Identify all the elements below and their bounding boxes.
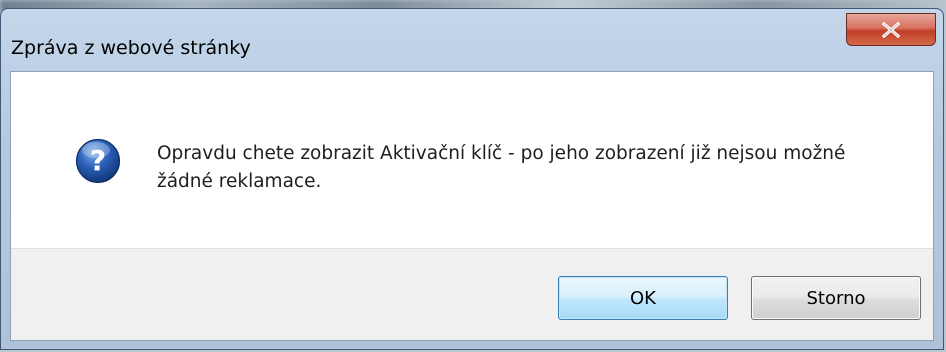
message-text: Opravdu chete zobrazit Aktivační klíč - …: [157, 143, 846, 192]
cancel-button[interactable]: Storno: [751, 276, 921, 320]
svg-text:?: ?: [90, 144, 106, 177]
window-title: Zpráva z webové stránky: [11, 37, 251, 59]
message-dialog: Zpráva z webové stránky ? Opravdu chete …: [0, 8, 944, 350]
ok-button[interactable]: OK: [558, 276, 728, 320]
close-x-icon: [881, 21, 901, 38]
message-area: ? Opravdu chete zobrazit Aktivační klíč …: [11, 72, 933, 248]
title-bar[interactable]: Zpráva z webové stránky: [1, 9, 943, 71]
close-button[interactable]: [846, 13, 936, 46]
question-icon: ?: [75, 138, 121, 184]
dialog-content: ? Opravdu chete zobrazit Aktivační klíč …: [10, 71, 934, 341]
button-bar: OK Storno: [11, 248, 933, 340]
